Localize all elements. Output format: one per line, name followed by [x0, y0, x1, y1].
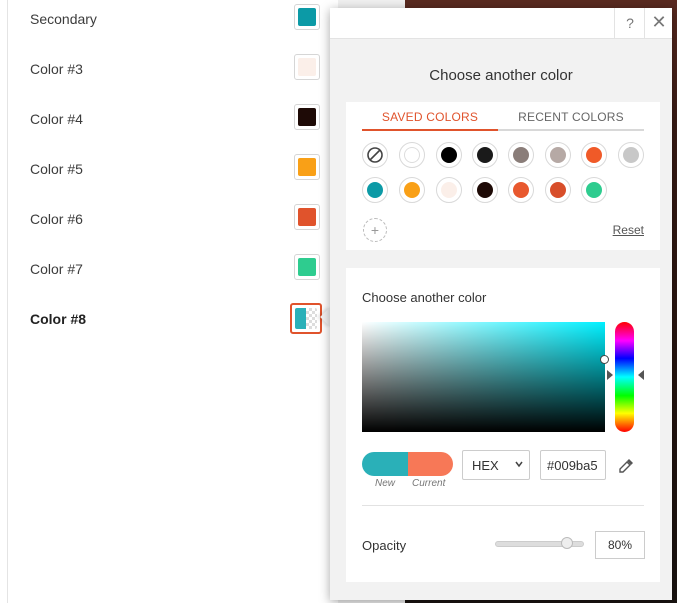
add-color-button[interactable]: +	[363, 218, 387, 242]
color-format-value: HEX	[472, 458, 499, 473]
color-settings-list: Secondary Color #3 Color #4 Color #5 Col…	[8, 0, 338, 603]
help-button[interactable]: ?	[614, 8, 645, 38]
transparency-pattern	[306, 308, 317, 329]
color-preview	[295, 308, 306, 329]
color-format-select[interactable]: HEX	[462, 450, 530, 480]
tab-recent-colors[interactable]: RECENT COLORS	[498, 110, 644, 124]
color-swatch[interactable]	[294, 154, 320, 180]
opacity-label: Opacity	[362, 538, 407, 553]
saved-color-swatch[interactable]	[581, 177, 607, 203]
saturation-handle[interactable]	[600, 355, 609, 364]
color-swatch[interactable]	[294, 4, 320, 30]
color-row-label: Color #8	[30, 311, 87, 327]
divider	[362, 505, 644, 506]
color-swatch-active[interactable]	[290, 303, 322, 334]
color-row-label: Color #7	[30, 261, 83, 277]
color-row-label: Color #6	[30, 211, 83, 227]
opacity-slider-handle[interactable]	[561, 537, 573, 549]
hex-input[interactable]: #009ba5	[540, 450, 606, 480]
color-row-3[interactable]: Color #3	[30, 53, 330, 85]
saved-color-swatch[interactable]	[472, 177, 498, 203]
popup-title: Choose another color	[429, 67, 573, 84]
hue-marker-left[interactable]	[607, 370, 613, 380]
saved-color-swatch[interactable]	[508, 142, 534, 168]
no-color-swatch[interactable]	[362, 142, 388, 168]
color-row-label: Color #3	[30, 61, 83, 77]
current-color-preview[interactable]	[408, 452, 453, 476]
color-row-label: Secondary	[30, 11, 97, 27]
color-swatch[interactable]	[294, 204, 320, 230]
eyedropper-icon[interactable]	[617, 457, 635, 475]
new-color-preview	[362, 452, 408, 476]
tab-underline	[498, 129, 644, 131]
saved-color-swatch[interactable]	[545, 142, 571, 168]
saved-color-swatch[interactable]	[618, 142, 644, 168]
color-picker-popup: ? ✕ Choose another color SAVED COLORS RE…	[330, 8, 672, 600]
color-row-7[interactable]: Color #7	[30, 253, 330, 285]
chevron-down-icon	[514, 459, 524, 472]
color-swatch[interactable]	[294, 54, 320, 80]
color-row-5[interactable]: Color #5	[30, 153, 330, 185]
color-swatch[interactable]	[294, 104, 320, 130]
close-button[interactable]: ✕	[644, 8, 673, 38]
saved-color-swatch[interactable]	[399, 142, 425, 168]
saved-color-swatch[interactable]	[436, 142, 462, 168]
color-swatch[interactable]	[294, 254, 320, 280]
custom-color-card: Choose another color New Current HEX #00…	[346, 268, 660, 582]
reset-link[interactable]: Reset	[613, 223, 644, 237]
current-label: Current	[412, 478, 446, 489]
hue-slider[interactable]	[615, 322, 634, 432]
tab-indicator	[362, 129, 498, 131]
saved-color-swatch[interactable]	[362, 177, 388, 203]
saved-color-swatch[interactable]	[508, 177, 534, 203]
tab-saved-colors[interactable]: SAVED COLORS	[362, 110, 498, 124]
color-row-4[interactable]: Color #4	[30, 103, 330, 135]
color-row-secondary[interactable]: Secondary	[30, 3, 330, 35]
saved-color-swatch[interactable]	[545, 177, 571, 203]
color-row-label: Color #5	[30, 161, 83, 177]
popup-header: ? ✕	[330, 8, 672, 39]
picker-title: Choose another color	[362, 290, 487, 305]
color-compare	[362, 452, 453, 476]
saved-color-swatch[interactable]	[472, 142, 498, 168]
color-row-6[interactable]: Color #6	[30, 203, 330, 235]
opacity-input[interactable]: 80%	[595, 531, 645, 559]
saved-color-swatch[interactable]	[436, 177, 462, 203]
color-row-label: Color #4	[30, 111, 83, 127]
no-color-icon	[367, 147, 383, 163]
saturation-area[interactable]	[362, 322, 605, 432]
new-label: New	[375, 478, 396, 489]
saved-colors-card: SAVED COLORS RECENT COLORS + Reset	[346, 102, 660, 250]
hue-marker-right[interactable]	[638, 370, 644, 380]
saved-color-swatch[interactable]	[581, 142, 607, 168]
color-row-8[interactable]: Color #8	[30, 303, 330, 335]
saved-color-swatch[interactable]	[399, 177, 425, 203]
